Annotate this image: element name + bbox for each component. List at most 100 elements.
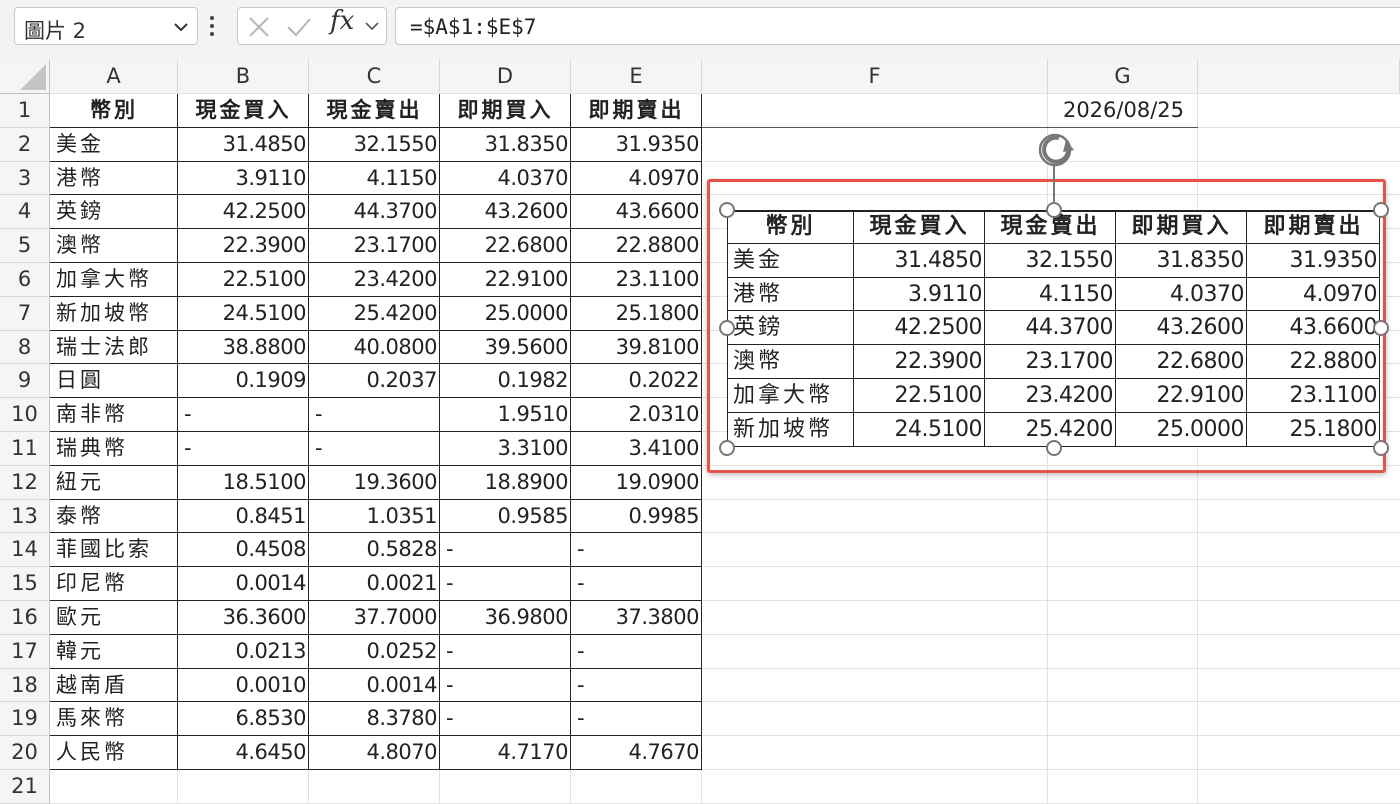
- rate-cell[interactable]: 4.1150: [309, 162, 440, 196]
- rate-cell[interactable]: 44.3700: [309, 195, 440, 229]
- rate-cell[interactable]: 38.8800: [178, 331, 309, 365]
- rate-cell[interactable]: 3.9110: [178, 162, 309, 196]
- currency-cell[interactable]: 瑞士法郎: [50, 331, 178, 365]
- rate-cell[interactable]: 6.8530: [178, 702, 309, 736]
- rate-cell[interactable]: -: [309, 432, 440, 466]
- rate-cell[interactable]: 24.5100: [178, 297, 309, 331]
- rate-cell[interactable]: 0.0010: [178, 669, 309, 703]
- rate-cell[interactable]: -: [440, 567, 571, 601]
- rate-cell[interactable]: 37.7000: [309, 601, 440, 635]
- header-cell[interactable]: 幣別: [50, 94, 178, 128]
- currency-cell[interactable]: 馬來幣: [50, 702, 178, 736]
- rate-cell[interactable]: 3.4100: [571, 432, 702, 466]
- rate-cell[interactable]: -: [440, 669, 571, 703]
- rate-cell[interactable]: 23.4200: [309, 263, 440, 297]
- row-header-1[interactable]: 1: [0, 94, 50, 128]
- rate-cell[interactable]: -: [571, 567, 702, 601]
- rate-cell[interactable]: 22.6800: [440, 229, 571, 263]
- rate-cell[interactable]: 18.8900: [440, 466, 571, 500]
- chevron-down-icon[interactable]: [171, 17, 191, 37]
- rate-cell[interactable]: 31.9350: [571, 128, 702, 162]
- cancel-x-icon[interactable]: [248, 16, 270, 38]
- header-cell[interactable]: 即期賣出: [571, 94, 702, 128]
- rate-cell[interactable]: 43.6600: [571, 195, 702, 229]
- header-cell[interactable]: 現金買入: [178, 94, 309, 128]
- currency-cell[interactable]: 瑞典幣: [50, 432, 178, 466]
- chevron-down-icon[interactable]: [364, 18, 380, 34]
- rate-cell[interactable]: -: [440, 533, 571, 567]
- rate-cell[interactable]: 25.0000: [440, 297, 571, 331]
- resize-handle[interactable]: [1373, 320, 1389, 336]
- row-header-12[interactable]: 12: [0, 465, 50, 500]
- currency-cell[interactable]: 韓元: [50, 635, 178, 669]
- rate-cell[interactable]: 3.3100: [440, 432, 571, 466]
- rate-cell[interactable]: 0.0014: [178, 567, 309, 601]
- row-header-5[interactable]: 5: [0, 229, 50, 263]
- rate-cell[interactable]: 40.0800: [309, 331, 440, 365]
- rate-cell[interactable]: 43.2600: [440, 195, 571, 229]
- rate-cell[interactable]: 0.2037: [309, 364, 440, 398]
- rate-cell[interactable]: 42.2500: [178, 195, 309, 229]
- row-header-4[interactable]: 4: [0, 195, 50, 230]
- resize-handle[interactable]: [1373, 440, 1389, 456]
- rate-cell[interactable]: 37.3800: [571, 601, 702, 635]
- resize-handle[interactable]: [1373, 202, 1389, 218]
- row-header-8[interactable]: 8: [0, 330, 50, 365]
- rate-cell[interactable]: 23.1100: [571, 263, 702, 297]
- currency-cell[interactable]: 新加坡幣: [50, 297, 178, 331]
- row-header-10[interactable]: 10: [0, 398, 50, 432]
- rate-cell[interactable]: 0.0213: [178, 635, 309, 669]
- rate-cell[interactable]: 25.4200: [309, 297, 440, 331]
- column-header-g[interactable]: G: [1048, 60, 1198, 94]
- header-cell[interactable]: 即期買入: [440, 94, 571, 128]
- formula-input[interactable]: =$A$1:$E$7: [395, 7, 1400, 45]
- rate-cell[interactable]: 31.4850: [178, 128, 309, 162]
- rate-cell[interactable]: 22.3900: [178, 229, 309, 263]
- row-header-3[interactable]: 3: [0, 161, 50, 196]
- currency-cell[interactable]: 印尼幣: [50, 567, 178, 601]
- resize-handle[interactable]: [1046, 202, 1062, 218]
- currency-cell[interactable]: 日圓: [50, 364, 178, 398]
- row-header-6[interactable]: 6: [0, 263, 50, 297]
- rate-cell[interactable]: 1.9510: [440, 398, 571, 432]
- enter-check-icon[interactable]: [286, 16, 312, 38]
- rate-cell[interactable]: -: [440, 702, 571, 736]
- row-header-7[interactable]: 7: [0, 296, 50, 331]
- rate-cell[interactable]: 36.3600: [178, 601, 309, 635]
- rate-cell[interactable]: 0.8451: [178, 500, 309, 534]
- rate-cell[interactable]: 25.1800: [571, 297, 702, 331]
- resize-handle[interactable]: [719, 440, 735, 456]
- rate-cell[interactable]: -: [571, 533, 702, 567]
- rate-cell[interactable]: 4.7670: [571, 736, 702, 770]
- rate-cell[interactable]: 36.9800: [440, 601, 571, 635]
- resize-handle[interactable]: [719, 320, 735, 336]
- column-header-d[interactable]: D: [440, 60, 571, 94]
- row-header-11[interactable]: 11: [0, 432, 50, 466]
- rate-cell[interactable]: 0.0014: [309, 669, 440, 703]
- column-header-b[interactable]: B: [178, 60, 309, 94]
- currency-cell[interactable]: 南非幣: [50, 398, 178, 432]
- rate-cell[interactable]: -: [440, 635, 571, 669]
- row-header-15[interactable]: 15: [0, 567, 50, 601]
- row-header-20[interactable]: 20: [0, 736, 50, 770]
- rate-cell[interactable]: 4.0970: [571, 162, 702, 196]
- rate-cell[interactable]: 4.6450: [178, 736, 309, 770]
- header-cell[interactable]: 現金賣出: [309, 94, 440, 128]
- currency-cell[interactable]: 歐元: [50, 601, 178, 635]
- rate-cell[interactable]: 0.4508: [178, 533, 309, 567]
- rate-cell[interactable]: -: [571, 669, 702, 703]
- rate-cell[interactable]: 1.0351: [309, 500, 440, 534]
- column-header-blank[interactable]: [1198, 60, 1400, 94]
- rate-cell[interactable]: 39.5600: [440, 331, 571, 365]
- rate-cell[interactable]: 0.1982: [440, 364, 571, 398]
- rate-cell[interactable]: 31.8350: [440, 128, 571, 162]
- name-box[interactable]: 圖片 2: [14, 7, 198, 45]
- resize-handle[interactable]: [719, 202, 735, 218]
- currency-cell[interactable]: 港幣: [50, 162, 178, 196]
- rate-cell[interactable]: 18.5100: [178, 466, 309, 500]
- currency-cell[interactable]: 泰幣: [50, 500, 178, 534]
- currency-cell[interactable]: 越南盾: [50, 669, 178, 703]
- row-header-14[interactable]: 14: [0, 533, 50, 568]
- date-cell[interactable]: 2026/08/25: [702, 94, 1184, 128]
- rate-cell[interactable]: 19.3600: [309, 466, 440, 500]
